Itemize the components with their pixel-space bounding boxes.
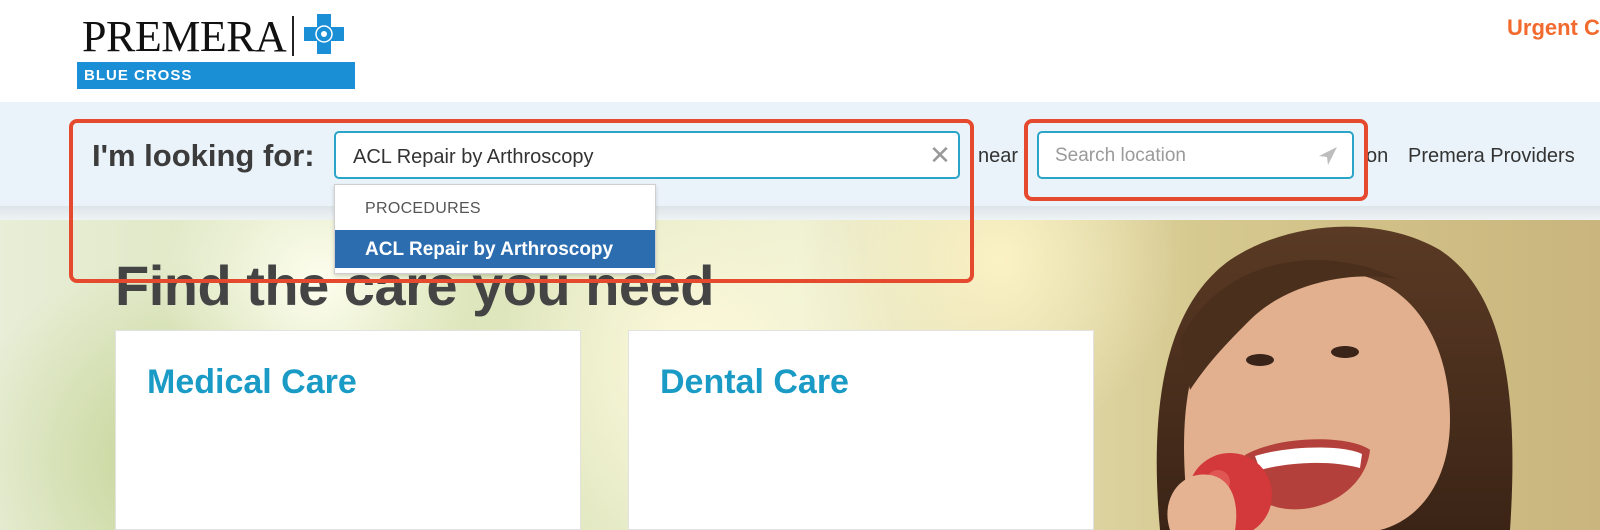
location-search-input[interactable]	[1037, 131, 1354, 179]
autocomplete-dropdown: PROCEDURES ACL Repair by Arthroscopy	[334, 184, 656, 274]
location-field[interactable]	[1053, 141, 1307, 171]
logo-tagline-bar: BLUE CROSS	[77, 62, 355, 89]
location-arrow-icon[interactable]	[1318, 146, 1338, 166]
site-header: PREMERA BLUE CROSS Urgent Ca	[0, 0, 1600, 103]
premera-logo[interactable]: PREMERA BLUE CROSS	[77, 10, 355, 90]
dropdown-item[interactable]: ACL Repair by Arthroscopy	[335, 230, 655, 268]
dental-care-card[interactable]: Dental Care	[628, 330, 1094, 530]
dental-care-title[interactable]: Dental Care	[660, 363, 849, 402]
logo-wordmark: PREMERA	[82, 12, 287, 61]
search-bar-shadow	[0, 206, 1600, 220]
medical-care-title[interactable]: Medical Care	[147, 363, 357, 402]
blue-cross-icon	[304, 14, 344, 54]
search-query-value[interactable]: ACL Repair by Arthroscopy	[353, 146, 593, 169]
on-label: on	[1366, 145, 1389, 167]
medical-care-card[interactable]: Medical Care	[115, 330, 581, 530]
looking-for-label: I'm looking for:	[92, 138, 315, 173]
logo-separator	[292, 16, 294, 56]
procedure-search-input[interactable]: ACL Repair by Arthroscopy ✕	[334, 131, 960, 179]
close-icon[interactable]: ✕	[928, 142, 952, 168]
dropdown-group-heading: PROCEDURES	[365, 200, 481, 217]
near-label: near	[978, 145, 1019, 167]
network-selector[interactable]: Premera Providers	[1408, 145, 1575, 168]
hero-photo	[1156, 226, 1513, 530]
logo-tagline: BLUE CROSS	[84, 67, 193, 84]
urgent-care-link[interactable]: Urgent Ca	[1507, 15, 1600, 41]
